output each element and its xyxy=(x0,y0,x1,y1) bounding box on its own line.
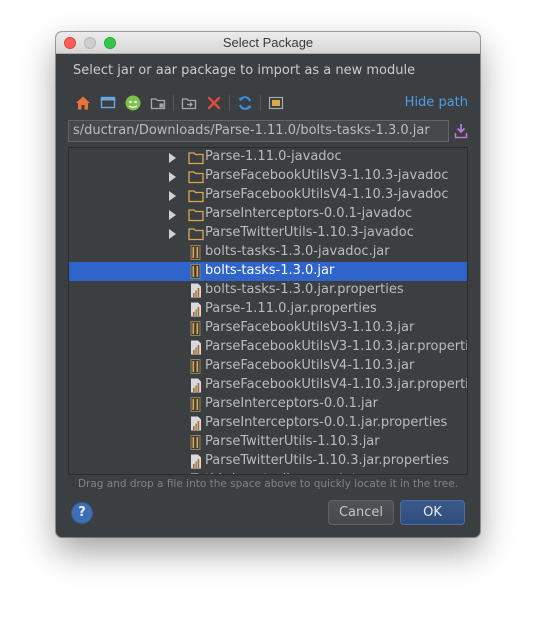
tree-row[interactable]: ParseInterceptors-0.0.1.jar.properties xyxy=(69,414,467,433)
tree-row[interactable]: bolts-tasks-1.3.0-javadoc.jar xyxy=(69,243,467,262)
show-hidden-icon[interactable] xyxy=(265,92,287,114)
tree-row-label: ParseFacebookUtilsV4-1.10.3.jar.properti… xyxy=(205,377,468,392)
delete-icon[interactable] xyxy=(203,92,225,114)
help-button[interactable]: ? xyxy=(71,502,93,524)
tree-row-label: Parse-1.11.0-javadoc xyxy=(205,149,342,164)
text-icon xyxy=(188,473,204,474)
tree-row-label: ParseFacebookUtilsV3-1.10.3.jar xyxy=(205,320,415,335)
tree-row-label: Parse-1.11.0.jar.properties xyxy=(205,301,377,316)
properties-icon xyxy=(188,378,204,393)
folder-icon xyxy=(188,150,204,165)
properties-icon xyxy=(188,302,204,317)
tree-row[interactable]: ParseFacebookUtilsV4-1.10.3.jar.properti… xyxy=(69,376,467,395)
desktop-icon[interactable] xyxy=(97,92,119,114)
path-input[interactable]: s/ductran/Downloads/Parse-1.11.0/bolts-t… xyxy=(68,120,449,142)
toolbar-separator xyxy=(229,95,230,111)
folder-icon xyxy=(188,169,204,184)
cancel-button[interactable]: Cancel xyxy=(328,500,394,525)
jar-icon xyxy=(188,321,204,336)
tree-row[interactable]: bolts-tasks-1.3.0.jar.properties xyxy=(69,281,467,300)
file-tree[interactable]: Parse-1.11.0-javadoc ParseFacebookUtilsV3… xyxy=(68,147,468,475)
window-title: Select Package xyxy=(222,35,314,50)
jar-icon xyxy=(188,264,204,279)
tree-row-label: ParseTwitterUtils-1.10.3.jar xyxy=(205,434,380,449)
tree-row-label: bolts-tasks-1.3.0.jar xyxy=(205,263,335,278)
tree-row-label: third_party_licenses.txt xyxy=(205,472,357,474)
toolbar-separator xyxy=(260,95,261,111)
folder-icon xyxy=(188,226,204,241)
tree-row[interactable]: ParseInterceptors-0.0.1-javadoc xyxy=(69,205,467,224)
tree-row-label: ParseFacebookUtilsV3-1.10.3-javadoc xyxy=(205,168,449,183)
new-folder-icon[interactable] xyxy=(147,92,169,114)
expand-arrow-icon[interactable] xyxy=(169,153,176,163)
properties-icon xyxy=(188,416,204,431)
properties-icon xyxy=(188,454,204,469)
tree-row[interactable]: third_party_licenses.txt xyxy=(69,471,467,474)
tree-row-selected[interactable]: bolts-tasks-1.3.0.jar xyxy=(69,262,467,281)
jar-icon xyxy=(188,435,204,450)
tree-row-label: ParseTwitterUtils-1.10.3.jar.properties xyxy=(205,453,449,468)
tree-row-label: ParseFacebookUtilsV3-1.10.3.jar.properti… xyxy=(205,339,468,354)
expand-arrow-icon[interactable] xyxy=(169,210,176,220)
expand-arrow-icon[interactable] xyxy=(169,229,176,239)
select-package-dialog: Select Package Select jar or aar package… xyxy=(56,32,480,537)
path-bar: s/ductran/Downloads/Parse-1.11.0/bolts-t… xyxy=(68,120,468,142)
tree-row-label: bolts-tasks-1.3.0-javadoc.jar xyxy=(205,244,390,259)
tree-row[interactable]: ParseInterceptors-0.0.1.jar xyxy=(69,395,467,414)
dialog-prompt: Select jar or aar package to import as a… xyxy=(73,63,416,78)
properties-icon xyxy=(188,340,204,355)
hide-path-link[interactable]: Hide path xyxy=(405,95,468,110)
path-value: s/ductran/Downloads/Parse-1.11.0/bolts-t… xyxy=(73,123,430,138)
tree-row[interactable]: Parse-1.11.0-javadoc xyxy=(69,148,467,167)
jar-icon xyxy=(188,245,204,260)
refresh-icon[interactable] xyxy=(234,92,256,114)
tree-row[interactable]: ParseFacebookUtilsV4-1.10.3-javadoc xyxy=(69,186,467,205)
jar-icon xyxy=(188,359,204,374)
title-bar[interactable]: Select Package xyxy=(56,32,480,54)
folder-move-icon[interactable] xyxy=(178,92,200,114)
expand-arrow-icon[interactable] xyxy=(169,191,176,201)
drag-drop-hint: Drag and drop a file into the space abov… xyxy=(77,478,459,490)
tree-row-label: ParseFacebookUtilsV4-1.10.3-javadoc xyxy=(205,187,449,202)
tree-row-label: ParseFacebookUtilsV4-1.10.3.jar xyxy=(205,358,415,373)
folder-icon xyxy=(188,188,204,203)
ok-button[interactable]: OK xyxy=(400,500,465,525)
home-icon[interactable] xyxy=(72,92,94,114)
tree-row[interactable]: ParseFacebookUtilsV3-1.10.3-javadoc xyxy=(69,167,467,186)
android-project-icon[interactable] xyxy=(122,92,144,114)
toolbar-separator xyxy=(173,95,174,111)
folder-icon xyxy=(188,207,204,222)
tree-row[interactable]: ParseFacebookUtilsV3-1.10.3.jar.properti… xyxy=(69,338,467,357)
jar-icon xyxy=(188,397,204,412)
tree-row[interactable]: ParseFacebookUtilsV3-1.10.3.jar xyxy=(69,319,467,338)
tree-row-label: bolts-tasks-1.3.0.jar.properties xyxy=(205,282,404,297)
properties-icon xyxy=(188,283,204,298)
tree-row[interactable]: ParseTwitterUtils-1.10.3.jar xyxy=(69,433,467,452)
tree-row-label: ParseInterceptors-0.0.1-javadoc xyxy=(205,206,413,221)
expand-arrow-icon[interactable] xyxy=(169,172,176,182)
path-download-icon[interactable] xyxy=(452,120,470,142)
tree-row-label: ParseTwitterUtils-1.10.3-javadoc xyxy=(205,225,414,240)
tree-row[interactable]: ParseFacebookUtilsV4-1.10.3.jar xyxy=(69,357,467,376)
tree-row[interactable]: ParseTwitterUtils-1.10.3.jar.properties xyxy=(69,452,467,471)
tree-row-label: ParseInterceptors-0.0.1.jar xyxy=(205,396,378,411)
tree-row[interactable]: ParseTwitterUtils-1.10.3-javadoc xyxy=(69,224,467,243)
tree-row[interactable]: Parse-1.11.0.jar.properties xyxy=(69,300,467,319)
tree-row-label: ParseInterceptors-0.0.1.jar.properties xyxy=(205,415,448,430)
